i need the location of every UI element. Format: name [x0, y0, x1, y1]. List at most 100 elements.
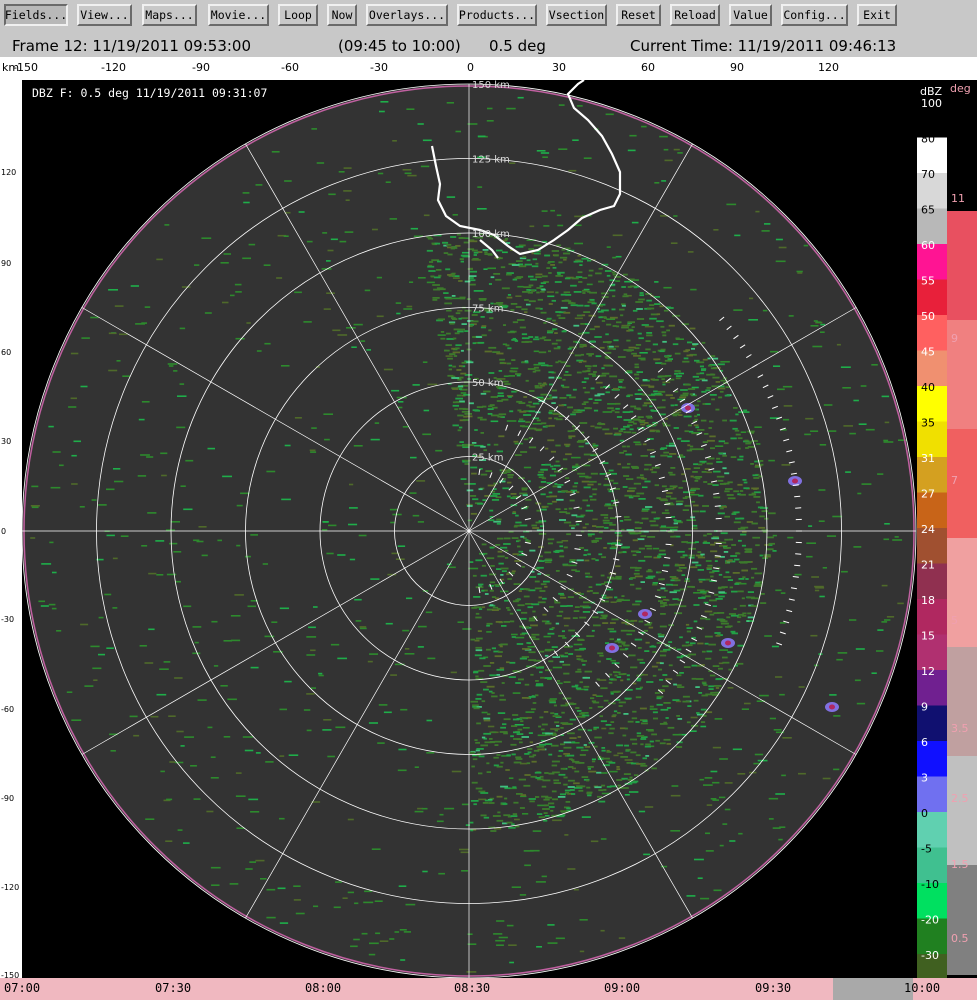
- echo-pixel: [853, 399, 859, 402]
- echo-pixel: [730, 555, 738, 557]
- dbz-level-label: 15: [921, 630, 935, 643]
- exit-button[interactable]: Exit: [857, 4, 897, 26]
- echo-pixel: [768, 542, 775, 545]
- movie-button[interactable]: Movie...: [208, 4, 269, 26]
- echo-pixel: [686, 354, 693, 357]
- echo-pixel: [468, 279, 476, 282]
- echo-pixel: [364, 289, 371, 292]
- echo-pixel: [454, 332, 460, 335]
- echo-pixel: [577, 638, 584, 641]
- echo-pixel: [279, 607, 289, 610]
- echo-pixel: [582, 663, 586, 666]
- echo-pixel: [193, 539, 200, 542]
- echo-pixel: [563, 311, 571, 314]
- echo-pixel: [727, 481, 733, 484]
- echo-pixel: [499, 667, 505, 670]
- echo-pixel: [496, 795, 503, 798]
- echo-pixel: [471, 765, 475, 768]
- echo-pixel: [654, 692, 660, 694]
- echo-pixel: [609, 622, 616, 624]
- echo-pixel: [526, 540, 531, 542]
- echo-pixel: [551, 389, 557, 392]
- echo-pixel: [507, 609, 511, 611]
- echo-pixel: [597, 483, 602, 486]
- echo-pixel: [739, 604, 746, 607]
- range-tick: [794, 495, 801, 498]
- echo-pixel: [552, 485, 558, 488]
- value-button[interactable]: Value: [729, 4, 772, 26]
- echo-pixel: [660, 650, 667, 653]
- echo-pixel: [697, 400, 701, 403]
- echo-pixel: [519, 524, 528, 527]
- config-button[interactable]: Config...: [781, 4, 848, 26]
- echo-pixel: [797, 272, 803, 274]
- time-slider[interactable]: 07:00 07:30 08:00 08:30 09:00 09:30 10:0…: [0, 978, 977, 1000]
- echo-pixel: [379, 940, 389, 942]
- echo-pixel: [163, 661, 171, 663]
- echo-pixel: [545, 397, 553, 400]
- echo-pixel: [451, 770, 462, 773]
- echo-pixel: [330, 238, 338, 241]
- echo-pixel: [532, 830, 542, 832]
- echo-pixel: [567, 779, 575, 782]
- echo-pixel: [662, 383, 666, 386]
- view-button[interactable]: View...: [77, 4, 132, 26]
- echo-pixel: [478, 583, 484, 586]
- echo-pixel: [715, 408, 720, 411]
- overlays-button[interactable]: Overlays...: [366, 4, 448, 26]
- reload-button[interactable]: Reload: [670, 4, 720, 26]
- echo-pixel: [636, 732, 642, 735]
- echo-pixel: [606, 323, 612, 326]
- echo-pixel: [642, 757, 647, 760]
- echo-pixel: [414, 766, 419, 768]
- maps-button[interactable]: Maps...: [142, 4, 197, 26]
- echo-pixel: [638, 620, 644, 623]
- echo-pixel: [120, 535, 129, 537]
- echo-pixel: [686, 449, 693, 452]
- reset-button[interactable]: Reset: [616, 4, 661, 26]
- echo-pixel: [323, 413, 333, 415]
- echo-pixel: [445, 297, 453, 300]
- echo-pixel: [552, 656, 561, 658]
- echo-pixel: [480, 792, 489, 794]
- echo-pixel: [482, 802, 489, 804]
- echo-pixel: [481, 325, 487, 327]
- echo-pixel: [730, 437, 737, 440]
- echo-pixel: [582, 370, 587, 373]
- echo-pixel: [584, 407, 592, 410]
- echo-pixel: [491, 695, 498, 698]
- now-button[interactable]: Now: [327, 4, 357, 26]
- echo-pixel: [584, 670, 593, 673]
- echo-pixel: [596, 304, 603, 307]
- echo-pixel: [616, 600, 622, 603]
- echo-pixel: [672, 733, 682, 736]
- echo-pixel: [114, 480, 124, 483]
- echo-pixel: [481, 564, 486, 567]
- echo-pixel: [487, 725, 495, 728]
- echo-pixel: [551, 299, 556, 302]
- echo-pixel: [498, 370, 503, 372]
- echo-pixel: [486, 622, 493, 625]
- vsection-button[interactable]: Vsection: [546, 4, 607, 26]
- products-button[interactable]: Products...: [457, 4, 537, 26]
- echo-pixel: [535, 680, 539, 682]
- echo-pixel: [772, 550, 777, 552]
- echo-pixel: [581, 776, 589, 778]
- echo-pixel: [635, 754, 641, 757]
- echo-pixel: [488, 346, 497, 349]
- fields-button[interactable]: Fields...: [4, 4, 68, 26]
- echo-pixel: [669, 576, 677, 578]
- loop-button[interactable]: Loop: [278, 4, 318, 26]
- echo-pixel: [712, 605, 717, 607]
- echo-pixel: [235, 337, 245, 340]
- radar-display[interactable]: 25 km50 km75 km100 km125 km150 km DBZ F:…: [22, 80, 917, 978]
- echo-pixel: [460, 260, 464, 263]
- echo-pixel: [48, 425, 54, 428]
- echo-pixel: [649, 740, 654, 743]
- echo-pixel: [705, 657, 712, 660]
- echo-pixel: [648, 626, 654, 629]
- echo-pixel: [833, 768, 840, 771]
- echo-pixel: [333, 906, 341, 909]
- echo-pixel: [624, 697, 632, 700]
- echo-pixel: [169, 542, 178, 545]
